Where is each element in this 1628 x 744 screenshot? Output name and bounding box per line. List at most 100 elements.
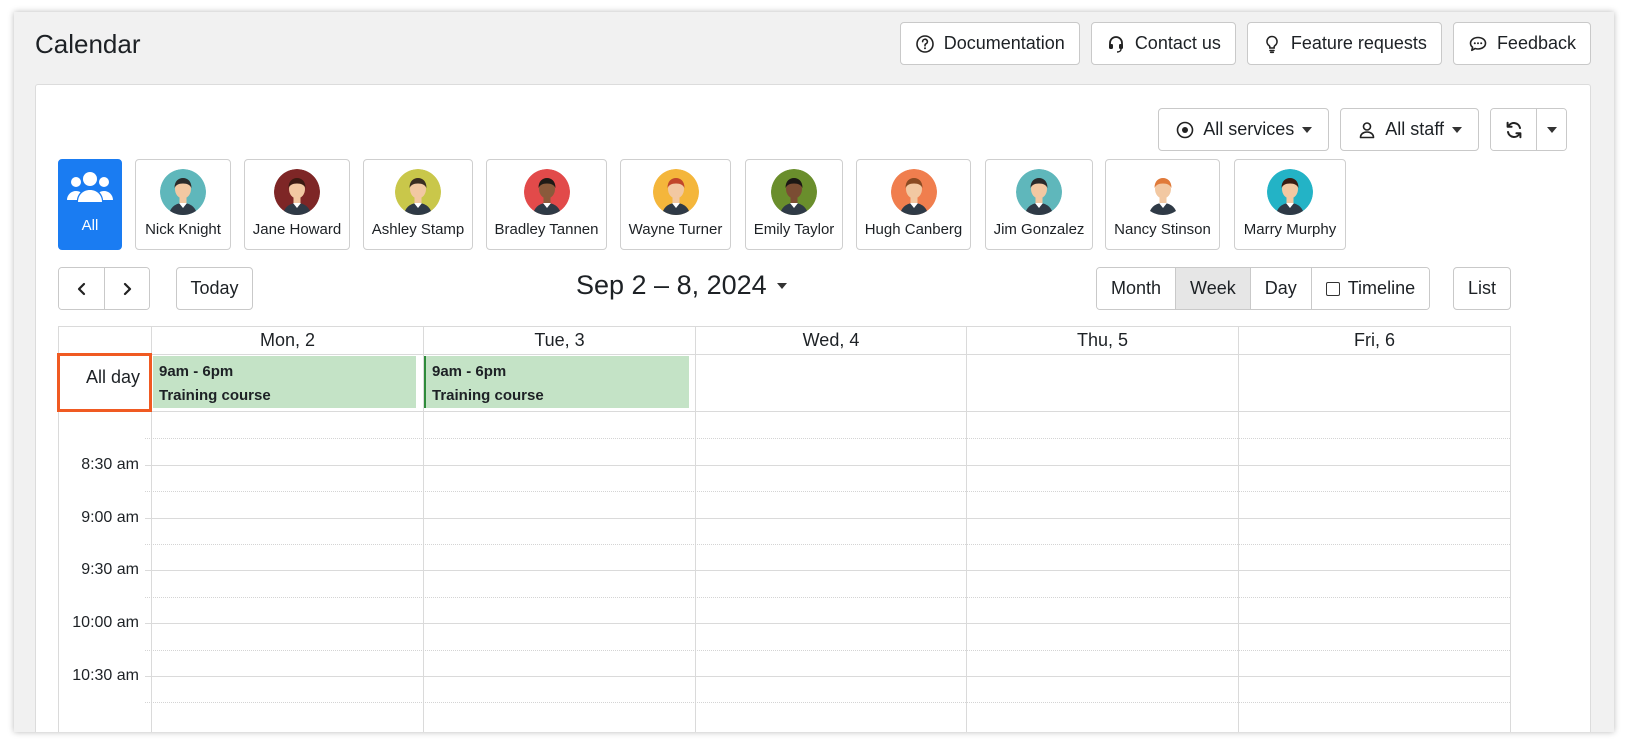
staff-card[interactable]: Nancy Stinson (1105, 159, 1220, 250)
next-button[interactable] (104, 268, 149, 309)
calendar-panel: All services All staff All Nick Knight J… (35, 84, 1591, 732)
user-icon (1359, 121, 1375, 138)
chat-bubble-icon (1469, 36, 1487, 51)
refresh-button[interactable] (1491, 109, 1536, 150)
time-slot-label: 9:00 am (81, 509, 139, 526)
grid-line (145, 465, 1510, 466)
day-header-fri[interactable]: Fri, 6 (1239, 327, 1510, 354)
grid-line (145, 650, 1510, 651)
today-button[interactable]: Today (176, 267, 253, 310)
staff-name: Jim Gonzalez (993, 221, 1085, 238)
app-window: Calendar Documentation Contact us Featur… (14, 12, 1614, 732)
avatar (523, 169, 570, 215)
event-title: Training course (159, 387, 271, 404)
staff-name: Nancy Stinson (1114, 221, 1211, 238)
avatar (1139, 169, 1186, 215)
grid-line (59, 411, 1510, 412)
staff-name: Marry Murphy (1243, 221, 1337, 238)
prev-button[interactable] (59, 268, 104, 309)
avatar (395, 169, 441, 215)
staff-filter-label: All staff (1385, 119, 1444, 139)
staff-name: Wayne Turner (628, 221, 723, 238)
refresh-split-button (1490, 108, 1567, 151)
day-header-wed[interactable]: Wed, 4 (696, 327, 966, 354)
event-training-course-mon[interactable]: 9am - 6pm Training course (153, 356, 416, 408)
chevron-down-icon (776, 282, 787, 289)
event-time: 9am - 6pm (432, 363, 507, 380)
avatar (274, 169, 320, 215)
day-header-tue[interactable]: Tue, 3 (424, 327, 695, 354)
time-slot-label: 8:30 am (81, 456, 139, 473)
view-month-button[interactable]: Month (1097, 268, 1176, 309)
event-training-course-tue[interactable]: 9am - 6pm Training course (424, 356, 689, 408)
staff-card[interactable]: Marry Murphy (1234, 159, 1346, 250)
grid-line (1238, 327, 1239, 732)
grid-line (145, 438, 1510, 439)
documentation-button[interactable]: Documentation (899, 22, 1080, 65)
services-filter-label: All services (1203, 119, 1295, 139)
staff-card[interactable]: Wayne Turner (620, 159, 731, 250)
day-header-mon[interactable]: Mon, 2 (152, 327, 423, 354)
event-time: 9am - 6pm (159, 363, 234, 380)
view-timeline-button[interactable]: Timeline (1310, 268, 1430, 309)
list-view-button[interactable]: List (1453, 267, 1511, 310)
feedback-button[interactable]: Feedback (1452, 22, 1591, 65)
date-navigation (58, 267, 150, 310)
staff-card[interactable]: Bradley Tannen (486, 159, 607, 250)
grid-line (145, 518, 1510, 519)
staff-card[interactable]: Jim Gonzalez (985, 159, 1093, 250)
date-range-picker[interactable]: Sep 2 – 8, 2024 (576, 270, 787, 301)
staff-name: Bradley Tannen (494, 221, 599, 238)
grid-line (145, 623, 1510, 624)
chevron-down-icon (1546, 126, 1557, 133)
services-filter[interactable]: All services (1158, 108, 1330, 151)
staff-name: Hugh Canberg (864, 221, 963, 238)
staff-card[interactable]: Ashley Stamp (363, 159, 473, 250)
time-slot-label: 9:30 am (81, 561, 139, 578)
checkbox-icon (1325, 281, 1340, 296)
staff-card-all[interactable]: All (58, 159, 122, 250)
staff-card[interactable]: Nick Knight (135, 159, 231, 250)
grid-line (59, 354, 1510, 355)
view-timeline-label: Timeline (1347, 278, 1416, 298)
date-range-label: Sep 2 – 8, 2024 (576, 270, 767, 300)
time-slot-label: 10:00 am (72, 614, 139, 631)
contact-us-label: Contact us (1134, 33, 1221, 53)
feature-requests-button[interactable]: Feature requests (1246, 22, 1442, 65)
staff-name: Emily Taylor (753, 221, 835, 238)
grid-line (145, 544, 1510, 545)
filters: All services All staff (1158, 108, 1567, 151)
avatar (890, 169, 937, 215)
chevron-down-icon (1452, 126, 1462, 133)
chevron-right-icon (123, 282, 132, 295)
day-header-thu[interactable]: Thu, 5 (967, 327, 1238, 354)
staff-name: Jane Howard (252, 221, 342, 238)
grid-line (966, 327, 967, 732)
headset-icon (1108, 35, 1123, 53)
chevron-down-icon (1302, 126, 1313, 133)
grid-line (145, 597, 1510, 598)
grid-line (145, 570, 1510, 571)
top-actions: Documentation Contact us Feature request… (899, 22, 1591, 65)
avatar (771, 169, 817, 215)
avatar (160, 169, 206, 215)
staff-card[interactable]: Emily Taylor (745, 159, 843, 250)
staff-card[interactable]: Hugh Canberg (856, 159, 971, 250)
contact-us-button[interactable]: Contact us (1090, 22, 1236, 65)
avatar (1016, 169, 1062, 215)
view-week-button[interactable]: Week (1175, 268, 1250, 309)
staff-filter[interactable]: All staff (1340, 108, 1479, 151)
lightbulb-icon (1266, 35, 1278, 53)
staff-card[interactable]: Jane Howard (244, 159, 350, 250)
staff-name: Nick Knight (145, 221, 221, 238)
view-day-button[interactable]: Day (1249, 268, 1311, 309)
refresh-icon (1506, 121, 1521, 138)
grid-line (145, 702, 1510, 703)
chevron-left-icon (77, 282, 85, 295)
staff-name: Ashley Stamp (371, 221, 465, 238)
grid-line (695, 327, 696, 732)
avatar (1267, 169, 1313, 215)
refresh-options-dropdown[interactable] (1536, 109, 1566, 150)
feature-requests-label: Feature requests (1290, 33, 1427, 53)
week-grid: Mon, 2 Tue, 3 Wed, 4 Thu, 5 Fri, 6 All d… (57, 326, 1511, 732)
